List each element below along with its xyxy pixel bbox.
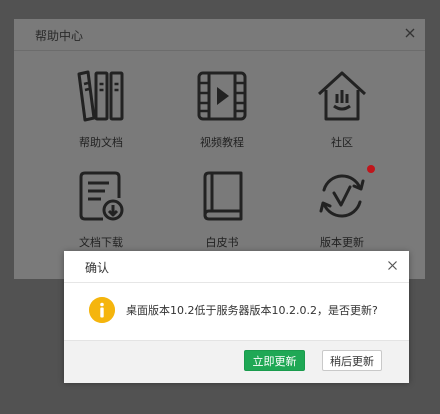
tile-label: 文档下载 (79, 236, 123, 249)
tile-help-docs[interactable]: 帮助文档 (55, 70, 145, 160)
update-later-button[interactable]: 稍后更新 (322, 350, 382, 371)
help-center-header: 帮助中心 (14, 19, 425, 51)
tile-video-tutorials[interactable]: 视频教程 (176, 70, 266, 160)
books-icon (77, 70, 124, 122)
confirm-dialog: 确认 桌面版本10.2低于服务器版本10.2.0.2，是否更新? 立即更新 稍后… (64, 251, 409, 383)
tile-label: 版本更新 (320, 236, 364, 249)
confirm-message: 桌面版本10.2低于服务器版本10.2.0.2，是否更新? (126, 304, 378, 317)
tile-label: 白皮书 (205, 236, 239, 249)
update-badge (367, 165, 375, 173)
tile-label: 社区 (331, 136, 353, 149)
tile-label: 视频教程 (200, 136, 244, 149)
tile-version-update[interactable]: 版本更新 (296, 165, 386, 260)
tile-white-paper[interactable]: 白皮书 (176, 170, 266, 260)
close-icon[interactable] (403, 26, 417, 40)
video-icon (197, 71, 247, 121)
help-center-title: 帮助中心 (35, 29, 84, 43)
tile-document-download[interactable]: 文档下载 (55, 170, 145, 260)
confirm-dialog-footer: 立即更新 稍后更新 (64, 340, 409, 383)
update-now-button[interactable]: 立即更新 (244, 350, 305, 371)
community-home-icon (317, 71, 367, 121)
help-center-window: 帮助中心 帮助文档 视频教程 社区 文档下载 白皮书 版本更新 (14, 19, 425, 279)
book-icon (203, 171, 243, 221)
refresh-check-icon (319, 174, 365, 218)
document-download-icon (79, 171, 124, 221)
confirm-dialog-header: 确认 (64, 251, 409, 283)
tile-community[interactable]: 社区 (296, 70, 386, 160)
close-icon[interactable] (386, 259, 399, 272)
confirm-dialog-title: 确认 (85, 261, 110, 275)
info-icon (89, 297, 115, 323)
tile-label: 帮助文档 (79, 136, 123, 149)
